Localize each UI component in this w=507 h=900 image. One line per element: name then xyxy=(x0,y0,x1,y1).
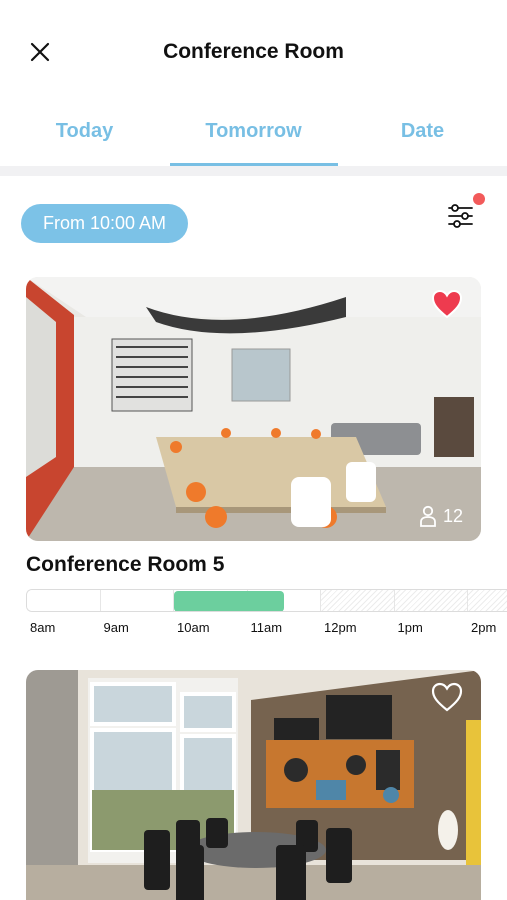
tab-tomorrow[interactable]: Tomorrow xyxy=(169,120,338,166)
favorite-heart-outline-icon[interactable] xyxy=(431,682,463,712)
timeline-tick-label: 8am xyxy=(30,620,56,635)
capacity-badge: 12 xyxy=(419,505,463,527)
timeline-tick-label: 12pm xyxy=(324,620,357,635)
timeline-slot[interactable] xyxy=(321,590,395,611)
start-time-chip[interactable]: From 10:00 AM xyxy=(21,204,188,243)
notification-dot xyxy=(473,193,485,205)
timeline-tick-label: 9am xyxy=(103,620,129,635)
timeline-slot[interactable] xyxy=(27,590,101,611)
favorite-heart-icon[interactable] xyxy=(431,289,463,319)
person-icon xyxy=(420,505,436,527)
header: Conference Room xyxy=(0,0,507,100)
room-photo[interactable]: 12 xyxy=(26,277,481,541)
timeline-slot[interactable] xyxy=(468,590,507,611)
capacity-count: 12 xyxy=(442,505,463,526)
tab-today[interactable]: Today xyxy=(0,120,169,166)
timeline-slot[interactable] xyxy=(100,590,174,611)
room-photo[interactable] xyxy=(26,670,481,900)
timeline-tick-label: 2pm xyxy=(471,620,497,635)
timeline-tick-label: 10am xyxy=(177,620,210,635)
timeline-slot[interactable] xyxy=(394,590,468,611)
timeline-tick-label: 1pm xyxy=(397,620,423,635)
room-name[interactable]: Conference Room 5 xyxy=(26,553,224,577)
date-tabs: Today Tomorrow Date xyxy=(0,110,507,166)
timeline-tick-label: 11am xyxy=(250,620,283,635)
page-title: Conference Room xyxy=(163,40,344,63)
tab-date[interactable]: Date xyxy=(338,120,507,166)
availability-timeline[interactable] xyxy=(26,589,507,612)
divider xyxy=(0,166,507,176)
booked-block[interactable] xyxy=(174,591,285,611)
